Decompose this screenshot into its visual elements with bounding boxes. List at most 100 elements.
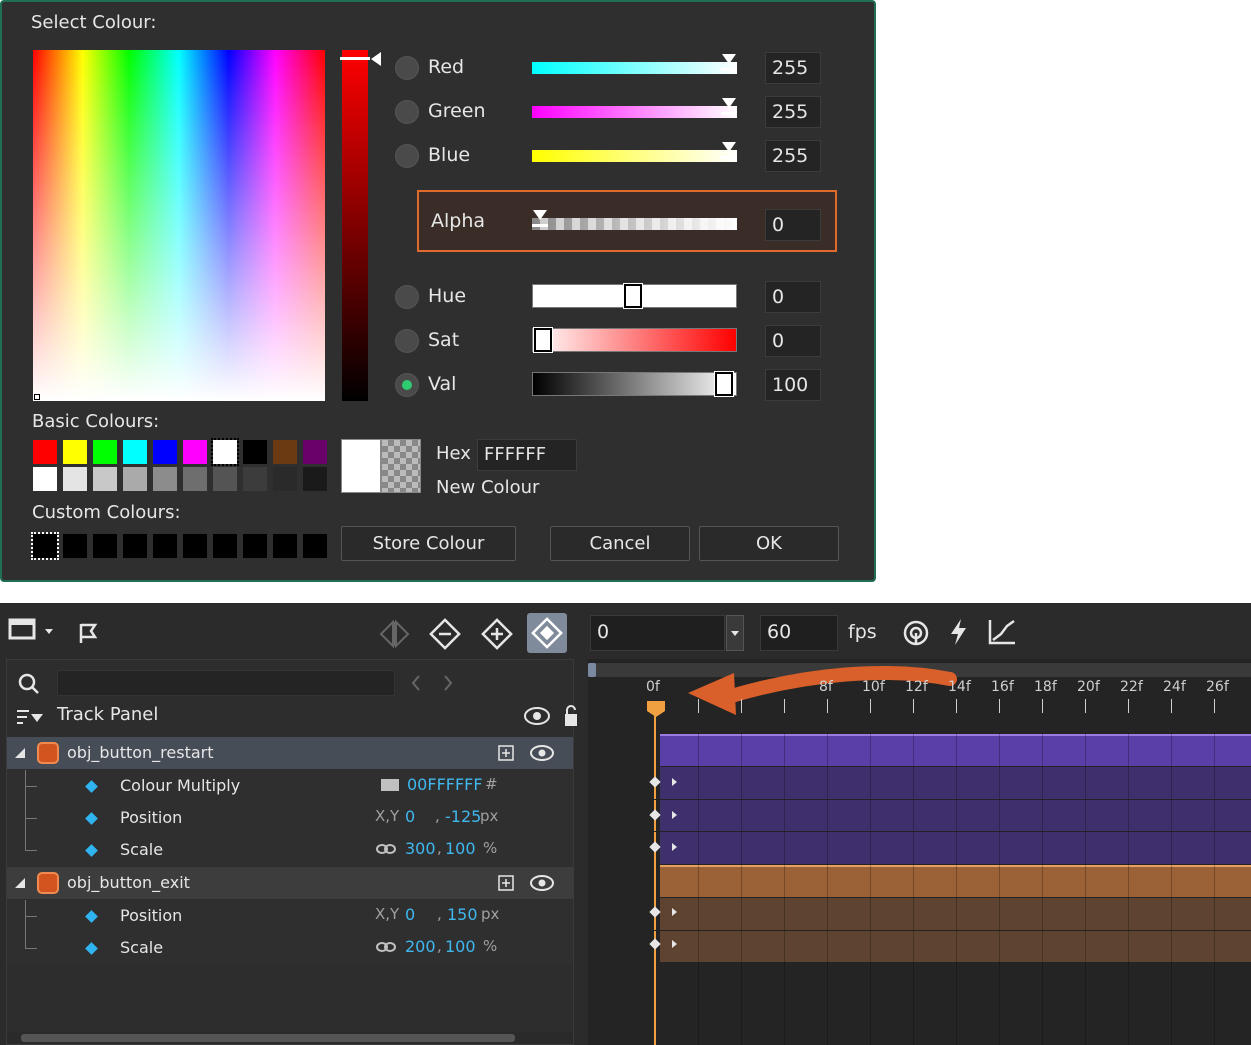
ok-button[interactable]: OK — [699, 526, 839, 561]
custom-colour-swatch[interactable] — [31, 532, 59, 560]
track-row-obj-button-restart[interactable]: obj_button_restart — [7, 737, 573, 769]
sat-value-field[interactable]: 0 — [765, 325, 821, 357]
value-strip-marker[interactable] — [340, 57, 370, 60]
hue-slider-handle[interactable] — [624, 284, 642, 308]
loop-icon[interactable] — [902, 619, 930, 647]
alpha-slider-handle-icon[interactable] — [533, 210, 547, 220]
basic-colour-swatch[interactable] — [123, 440, 147, 464]
basic-colour-swatch[interactable] — [153, 440, 177, 464]
expand-box-icon[interactable] — [497, 744, 515, 762]
basic-colour-swatch[interactable] — [273, 440, 297, 464]
basic-colour-swatch[interactable] — [183, 467, 207, 491]
blue-slider[interactable] — [532, 150, 737, 162]
hex-input[interactable]: FFFFFF — [477, 439, 577, 471]
flag-icon[interactable] — [76, 621, 102, 647]
val-radio[interactable] — [395, 373, 419, 397]
scale-y-value[interactable]: 100 — [445, 839, 476, 858]
basic-colour-swatch[interactable] — [93, 467, 117, 491]
store-colour-button[interactable]: Store Colour — [341, 526, 516, 561]
sat-slider-handle[interactable] — [534, 328, 552, 352]
value-strip[interactable] — [342, 50, 368, 401]
collapse-triangle-icon[interactable] — [13, 746, 27, 760]
blue-radio[interactable] — [395, 144, 419, 168]
sort-icon[interactable] — [15, 706, 45, 728]
alpha-slider[interactable] — [532, 218, 737, 230]
basic-colour-swatch[interactable] — [273, 467, 297, 491]
custom-colour-swatch[interactable] — [63, 534, 87, 558]
position-y-value[interactable]: 150 — [447, 905, 478, 924]
basic-colour-swatch[interactable] — [153, 467, 177, 491]
custom-colour-swatch[interactable] — [213, 534, 237, 558]
remove-keyframe-icon[interactable] — [428, 617, 462, 651]
scrubber-handle[interactable] — [588, 663, 596, 677]
track-row-obj-button-exit[interactable]: obj_button_exit — [7, 867, 573, 899]
frame-dropdown[interactable] — [726, 615, 744, 651]
search-nav-arrows-icon[interactable] — [407, 672, 457, 694]
visibility-eye-icon[interactable] — [522, 704, 552, 728]
alpha-value-field[interactable]: 0 — [765, 209, 821, 241]
current-frame-input[interactable]: 0 — [590, 615, 725, 651]
link-icon[interactable] — [375, 940, 397, 954]
lightning-icon[interactable] — [948, 617, 970, 647]
property-row-position[interactable]: Position X,Y 0 , 150 px — [7, 900, 573, 932]
green-value-field[interactable]: 255 — [765, 96, 821, 128]
expand-box-icon[interactable] — [497, 874, 515, 892]
saturation-value-field[interactable] — [33, 50, 325, 401]
val-value-field[interactable]: 100 — [765, 369, 821, 401]
position-y-value[interactable]: -125 — [445, 807, 481, 826]
hue-radio[interactable] — [395, 285, 419, 309]
basic-colour-swatch[interactable] — [211, 438, 239, 466]
basic-colour-swatch[interactable] — [63, 467, 87, 491]
green-slider[interactable] — [532, 106, 737, 118]
link-icon[interactable] — [375, 842, 397, 856]
sat-radio[interactable] — [395, 329, 419, 353]
previous-next-keyframe-icon[interactable] — [378, 619, 410, 649]
position-x-value[interactable]: 0 — [405, 905, 415, 924]
visibility-eye-icon[interactable] — [528, 872, 556, 894]
basic-colour-swatch[interactable] — [33, 440, 57, 464]
blue-value-field[interactable]: 255 — [765, 140, 821, 172]
track-search-input[interactable] — [57, 670, 395, 696]
chevron-down-icon[interactable] — [42, 621, 56, 641]
basic-colour-swatch[interactable] — [243, 467, 267, 491]
colour-value[interactable]: 00FFFFFF — [407, 775, 483, 794]
basic-colour-swatch[interactable] — [243, 440, 267, 464]
property-row-colour-multiply[interactable]: Colour Multiply 00FFFFFF # — [7, 770, 573, 802]
clip-view-icon[interactable] — [8, 617, 38, 643]
horizontal-scrollbar[interactable] — [7, 1032, 573, 1044]
basic-colour-swatch[interactable] — [63, 440, 87, 464]
playhead-head-icon[interactable] — [645, 699, 667, 719]
lock-icon[interactable] — [563, 704, 577, 728]
visibility-eye-icon[interactable] — [528, 742, 556, 764]
red-slider-handle-icon[interactable] — [722, 54, 736, 64]
custom-colour-swatch[interactable] — [303, 534, 327, 558]
custom-colour-swatch[interactable] — [93, 534, 117, 558]
scale-x-value[interactable]: 300 — [405, 839, 436, 858]
custom-colour-swatch[interactable] — [243, 534, 267, 558]
green-radio[interactable] — [395, 100, 419, 124]
val-slider[interactable] — [532, 372, 737, 396]
cancel-button[interactable]: Cancel — [550, 526, 690, 561]
blue-slider-handle-icon[interactable] — [722, 142, 736, 152]
colour-swatch-icon[interactable] — [381, 779, 399, 791]
playhead-line[interactable] — [654, 709, 656, 1045]
custom-colour-swatch[interactable] — [123, 534, 147, 558]
basic-colour-swatch[interactable] — [183, 440, 207, 464]
collapse-triangle-icon[interactable] — [13, 876, 27, 890]
basic-colour-swatch[interactable] — [123, 467, 147, 491]
colour-field-cursor[interactable] — [34, 394, 40, 400]
val-slider-handle[interactable] — [715, 372, 733, 396]
basic-colour-swatch[interactable] — [93, 440, 117, 464]
curve-editor-icon[interactable] — [986, 617, 1018, 647]
basic-colour-swatch[interactable] — [303, 467, 327, 491]
scrollbar-thumb[interactable] — [21, 1034, 515, 1042]
hue-value-field[interactable]: 0 — [765, 281, 821, 313]
basic-colour-swatch[interactable] — [213, 467, 237, 491]
red-value-field[interactable]: 255 — [765, 52, 821, 84]
fps-input[interactable]: 60 — [760, 615, 838, 651]
basic-colour-swatch[interactable] — [33, 467, 57, 491]
scale-y-value[interactable]: 100 — [445, 937, 476, 956]
add-keyframe-icon[interactable] — [480, 617, 514, 651]
basic-colour-swatch[interactable] — [303, 440, 327, 464]
property-row-scale[interactable]: Scale 300 , 100 % — [7, 834, 573, 866]
